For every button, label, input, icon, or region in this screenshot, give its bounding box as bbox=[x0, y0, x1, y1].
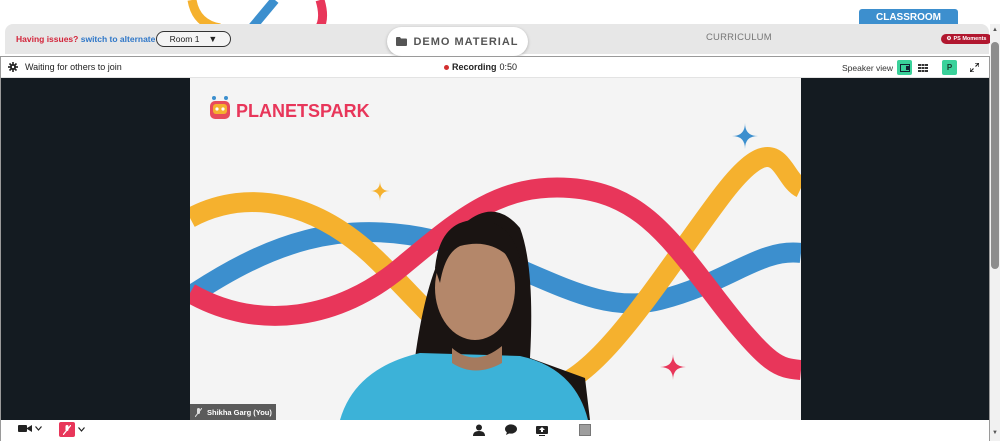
demo-material-button[interactable]: DEMO MATERIAL bbox=[387, 27, 528, 56]
participant-video bbox=[340, 211, 590, 420]
recording-label: Recording bbox=[452, 62, 497, 72]
camera-icon bbox=[18, 425, 32, 432]
recording-time: 0:50 bbox=[499, 62, 518, 72]
camera-toggle[interactable] bbox=[18, 424, 42, 433]
status-text: Waiting for others to join bbox=[25, 62, 122, 72]
meeting-status: Waiting for others to join bbox=[8, 62, 122, 72]
recording-dot-icon bbox=[444, 64, 449, 70]
speaker-view-icon bbox=[899, 63, 910, 72]
issues-notice: Having issues? switch to alternate room bbox=[16, 34, 179, 44]
chat-button[interactable] bbox=[505, 424, 517, 435]
video-stage: PLANETSPARK Shikha Garg (You) bbox=[1, 78, 989, 420]
meeting-frame: Waiting for others to join Recording 0:5… bbox=[0, 56, 990, 441]
ps-moments-label: PS Moments bbox=[953, 36, 987, 42]
self-name: Shikha Garg (You) bbox=[207, 407, 272, 417]
stop-button[interactable] bbox=[579, 424, 591, 436]
room-select-value: Room 1 bbox=[169, 34, 200, 44]
share-screen-button[interactable] bbox=[536, 424, 548, 436]
mic-toggle[interactable] bbox=[59, 422, 85, 437]
participant-avatar[interactable]: P bbox=[942, 60, 957, 75]
presentation-slide: PLANETSPARK Shikha Garg (You) bbox=[190, 78, 801, 420]
participants-button[interactable] bbox=[473, 424, 485, 436]
speaker-view-button[interactable] bbox=[897, 60, 912, 75]
slide-artwork: PLANETSPARK bbox=[190, 96, 801, 420]
mic-muted-icon bbox=[59, 422, 75, 437]
folder-icon bbox=[396, 37, 408, 46]
recording-indicator: Recording 0:50 bbox=[444, 62, 517, 72]
gear-icon: ⚙ bbox=[946, 36, 952, 42]
page-scrollbar[interactable]: ▲ ▼ bbox=[990, 24, 1000, 441]
chat-icon bbox=[505, 424, 517, 435]
gear-icon[interactable] bbox=[8, 62, 18, 72]
ps-moments-button[interactable]: ⚙ PS Moments bbox=[941, 34, 992, 44]
view-label: Speaker view bbox=[842, 63, 894, 73]
demo-material-label: DEMO MATERIAL bbox=[413, 35, 519, 48]
sparkle-yellow bbox=[370, 181, 390, 201]
self-name-tag: Shikha Garg (You) bbox=[190, 404, 276, 420]
room-toolbar: Having issues? switch to alternate room … bbox=[5, 24, 992, 56]
mic-off-icon bbox=[195, 407, 202, 417]
logo-text: PLANETSPARK bbox=[236, 101, 370, 121]
expand-button[interactable] bbox=[967, 60, 982, 75]
scroll-down-icon[interactable]: ▼ bbox=[991, 429, 999, 437]
scroll-thumb[interactable] bbox=[991, 42, 999, 269]
chevron-down-icon[interactable] bbox=[35, 426, 42, 431]
stop-square-icon bbox=[579, 424, 591, 436]
meeting-status-bar: Waiting for others to join Recording 0:5… bbox=[1, 57, 989, 78]
classroom-page: CLASSROOM Having issues? switch to alter… bbox=[0, 0, 1000, 441]
chevron-down-icon: ▼ bbox=[208, 34, 218, 44]
issues-text: Having issues? bbox=[16, 34, 79, 44]
scroll-up-icon[interactable]: ▲ bbox=[991, 26, 999, 34]
participants-icon bbox=[473, 424, 485, 436]
sparkle-red bbox=[660, 354, 686, 380]
chevron-down-icon[interactable] bbox=[78, 427, 85, 432]
grid-view-icon bbox=[917, 63, 928, 72]
sparkle-blue bbox=[732, 123, 758, 149]
share-screen-icon bbox=[536, 426, 548, 436]
room-select[interactable]: Room 1 ▼ bbox=[156, 31, 231, 47]
expand-icon bbox=[970, 63, 979, 72]
meeting-controls bbox=[1, 420, 989, 441]
planetspark-logo: PLANETSPARK bbox=[210, 96, 370, 121]
grid-view-button[interactable] bbox=[915, 60, 930, 75]
curriculum-tab[interactable]: CURRICULUM bbox=[706, 32, 772, 43]
